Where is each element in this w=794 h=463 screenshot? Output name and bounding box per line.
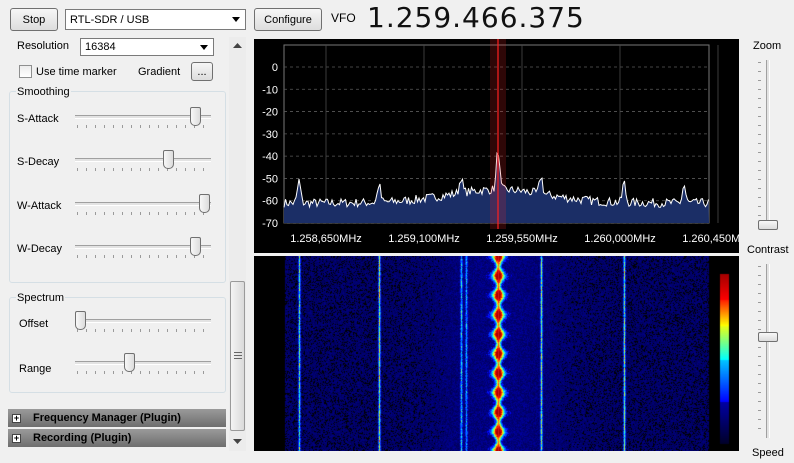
chevron-down-icon	[200, 45, 208, 50]
w-decay-label: W-Decay	[17, 243, 63, 255]
offset-label: Offset	[19, 318, 49, 330]
time-marker-label: Use time marker	[36, 66, 117, 78]
slider-ticks	[77, 371, 209, 374]
zoom-slider-thumb[interactable]	[758, 220, 778, 230]
w-attack-slider[interactable]	[75, 194, 211, 218]
s-attack-label: S-Attack	[17, 113, 59, 125]
slider-track	[75, 319, 211, 323]
configure-button[interactable]: Configure	[254, 8, 322, 31]
plugin-label: Frequency Manager (Plugin)	[33, 412, 181, 424]
slider-track	[75, 202, 211, 206]
db-tick-label: -20	[262, 107, 278, 119]
slider-ticks	[77, 329, 209, 332]
chevron-down-icon	[232, 17, 240, 22]
configure-button-label: Configure	[264, 13, 312, 26]
expand-icon: +	[12, 412, 21, 423]
db-tick-label: -50	[262, 173, 278, 185]
source-select-value: RTL-SDR / USB	[70, 13, 150, 26]
gradient-button-label: ...	[197, 65, 207, 78]
slider-thumb[interactable]	[190, 237, 201, 256]
stop-button-label: Stop	[22, 13, 46, 26]
scrollbar-thumb[interactable]	[230, 281, 245, 431]
db-tick-label: -10	[262, 84, 278, 96]
slider-ticks	[77, 212, 209, 215]
resolution-select[interactable]: 16384	[80, 38, 214, 56]
slider-thumb[interactable]	[198, 194, 210, 213]
plugin-label: Recording (Plugin)	[33, 432, 132, 444]
zoom-label: Zoom	[753, 40, 782, 52]
spectrum-plot: 0 -10 -20 -30 -40 -50 -60 -70 1.258,650MHz 1.259…	[262, 39, 754, 245]
slider-ticks	[758, 62, 761, 228]
slider-thumb[interactable]	[162, 150, 174, 169]
frequency-manager-plugin-header[interactable]: + Frequency Manager (Plugin)	[8, 409, 226, 427]
w-attack-label: W-Attack	[17, 200, 62, 212]
spectrum-analyzer[interactable]: 0 -10 -20 -30 -40 -50 -60 -70 1.258,650MHz 1.259…	[254, 39, 754, 253]
grip-icon	[234, 352, 242, 359]
zoom-slider[interactable]	[756, 60, 780, 232]
freq-tick-label: 1.260,450MHz	[682, 233, 739, 245]
slider-ticks	[758, 266, 761, 436]
gradient-label: Gradient	[138, 66, 181, 78]
slider-track	[766, 60, 770, 230]
contrast-label: Contrast	[747, 244, 789, 256]
scroll-down-icon[interactable]	[233, 439, 242, 445]
time-marker-checkbox[interactable]	[19, 65, 32, 78]
w-decay-slider[interactable]	[75, 237, 211, 261]
slider-thumb[interactable]	[190, 107, 201, 126]
slider-ticks	[77, 125, 209, 128]
waterfall-canvas	[254, 256, 739, 451]
expand-icon: +	[12, 432, 21, 443]
s-attack-slider[interactable]	[75, 107, 211, 131]
s-decay-label: S-Decay	[17, 156, 60, 168]
db-tick-label: 0	[272, 62, 278, 74]
db-tick-label: -70	[262, 218, 278, 230]
range-slider[interactable]	[75, 353, 211, 377]
contrast-slider[interactable]	[756, 264, 780, 440]
s-decay-slider[interactable]	[75, 150, 211, 174]
freq-tick-label: 1.260,000MHz	[584, 233, 656, 245]
contrast-slider-thumb[interactable]	[758, 332, 778, 342]
stop-button[interactable]: Stop	[10, 8, 58, 31]
slider-thumb[interactable]	[75, 311, 86, 330]
source-select[interactable]: RTL-SDR / USB	[65, 9, 246, 30]
speed-label: Speed	[752, 447, 784, 459]
freq-tick-label: 1.258,650MHz	[290, 233, 362, 245]
db-tick-label: -60	[262, 196, 278, 208]
slider-track	[75, 361, 211, 365]
resolution-label: Resolution	[17, 40, 69, 52]
gradient-button[interactable]: ...	[191, 62, 213, 81]
offset-slider[interactable]	[75, 311, 211, 335]
slider-ticks	[77, 255, 209, 258]
slider-thumb[interactable]	[123, 353, 135, 372]
slider-track	[766, 264, 770, 438]
spectrum-title: Spectrum	[16, 292, 66, 304]
resolution-select-value: 16384	[85, 41, 116, 53]
slider-track	[75, 158, 211, 162]
db-tick-label: -30	[262, 129, 278, 141]
freq-tick-label: 1.259,100MHz	[388, 233, 460, 245]
vfo-frequency-display[interactable]: 1.259.466.375	[367, 1, 585, 34]
scroll-up-icon[interactable]	[233, 43, 242, 49]
recording-plugin-header[interactable]: + Recording (Plugin)	[8, 429, 226, 447]
smoothing-title: Smoothing	[16, 86, 71, 98]
settings-scrollbar[interactable]	[229, 37, 246, 451]
vfo-label: VFO	[331, 11, 356, 25]
waterfall-display[interactable]	[254, 256, 739, 451]
slider-ticks	[77, 168, 209, 171]
db-tick-label: -40	[262, 151, 278, 163]
freq-tick-label: 1.259,550MHz	[486, 233, 558, 245]
range-label: Range	[19, 363, 52, 375]
